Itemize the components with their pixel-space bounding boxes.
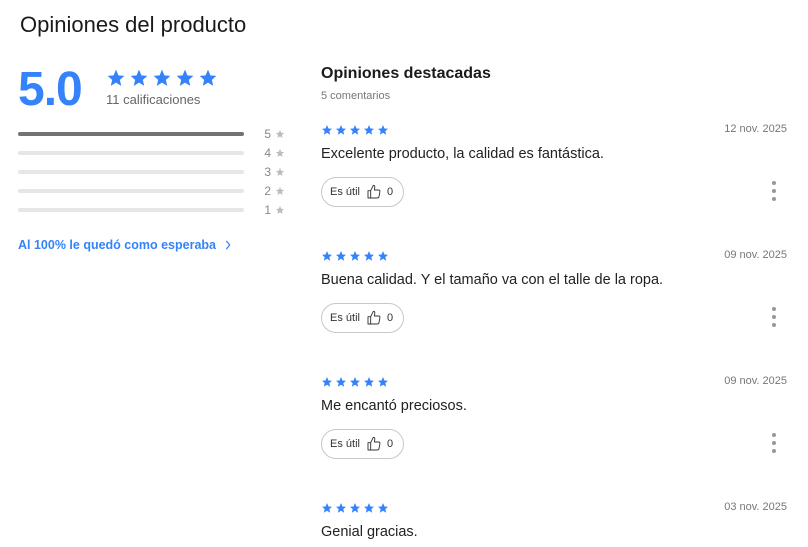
helpful-button[interactable]: Es útil 0: [321, 303, 404, 333]
rating-bar-track: [18, 169, 244, 174]
review-text: Buena calidad. Y el tamaño va con el tal…: [321, 272, 664, 288]
star-icon: [350, 377, 360, 387]
featured-reviews-title: Opiniones destacadas: [321, 65, 491, 82]
helpful-count: 0: [386, 186, 394, 198]
review-stars: [321, 376, 389, 388]
star-icon: [275, 167, 285, 176]
star-icon: [378, 251, 388, 261]
review-text: Genial gracias.: [321, 524, 418, 540]
rating-bar-track: [18, 150, 244, 155]
more-options-icon[interactable]: [771, 307, 777, 327]
review-text: Excelente producto, la calidad es fantás…: [321, 146, 604, 162]
star-icon: [322, 377, 332, 387]
star-icon: [364, 125, 374, 135]
rating-bar-label: 5: [264, 126, 271, 141]
helpful-label: Es útil: [330, 312, 360, 324]
review-date: 09 nov. 2025: [724, 249, 787, 261]
helpful-button[interactable]: Es útil 0: [321, 429, 404, 459]
star-icon: [176, 69, 194, 86]
star-icon: [378, 503, 388, 513]
review-item: 03 nov. 2025 Genial gracias.: [321, 499, 787, 547]
star-icon: [378, 377, 388, 387]
review-item: 09 nov. 2025 Buena calidad. Y el tamaño …: [321, 247, 787, 357]
average-score: 5.0: [18, 63, 83, 116]
star-icon: [199, 69, 217, 86]
chevron-right-icon: [225, 240, 231, 250]
star-icon: [336, 377, 346, 387]
more-options-icon[interactable]: [771, 433, 777, 453]
thumbs-up-icon: [367, 310, 381, 325]
review-stars: [321, 502, 389, 514]
star-icon: [336, 125, 346, 135]
star-icon: [130, 69, 148, 86]
featured-reviews-count: 5 comentarios: [321, 90, 391, 102]
star-icon: [322, 125, 332, 135]
star-icon: [350, 251, 360, 261]
rating-bar-row: 3: [18, 162, 288, 181]
rating-bar-label: 1: [264, 202, 271, 217]
star-icon: [364, 377, 374, 387]
rating-bar-label: 3: [264, 164, 271, 179]
star-icon: [364, 503, 374, 513]
rating-bar-track: [18, 188, 244, 193]
star-icon: [275, 129, 285, 138]
star-icon: [153, 69, 171, 86]
helpful-label: Es útil: [330, 438, 360, 450]
star-icon: [275, 186, 285, 195]
star-icon: [336, 503, 346, 513]
star-icon: [350, 503, 360, 513]
star-icon: [322, 251, 332, 261]
star-icon: [322, 503, 332, 513]
ratings-count: 11 calificaciones: [106, 92, 201, 107]
star-icon: [275, 205, 285, 214]
review-item: 09 nov. 2025 Me encantó preciosos. Es út…: [321, 373, 787, 483]
rating-bar-track: [18, 131, 244, 136]
review-date: 09 nov. 2025: [724, 375, 787, 387]
star-icon: [107, 69, 125, 86]
review-text: Me encantó preciosos.: [321, 398, 467, 414]
review-date: 03 nov. 2025: [724, 501, 787, 513]
rating-bar-row: 2: [18, 181, 288, 200]
page-title: Opiniones del producto: [20, 12, 247, 37]
rating-bar-row: 1: [18, 200, 288, 219]
star-icon: [275, 148, 285, 157]
rating-bar-label: 4: [264, 145, 271, 160]
rating-distribution: 5 4 3 2 1: [18, 124, 288, 219]
review-stars: [321, 250, 389, 262]
helpful-count: 0: [386, 438, 394, 450]
review-date: 12 nov. 2025: [724, 123, 787, 135]
recommendation-link-label: Al 100% le quedó como esperaba: [18, 238, 216, 252]
recommendation-link[interactable]: Al 100% le quedó como esperaba: [18, 238, 232, 252]
rating-bar-track: [18, 207, 244, 212]
thumbs-up-icon: [367, 436, 381, 451]
review-item: 12 nov. 2025 Excelente producto, la cali…: [321, 121, 787, 231]
average-stars: [106, 68, 218, 88]
review-stars: [321, 124, 389, 136]
rating-bar-label: 2: [264, 183, 271, 198]
star-icon: [350, 125, 360, 135]
star-icon: [378, 125, 388, 135]
more-options-icon[interactable]: [771, 181, 777, 201]
helpful-button[interactable]: Es útil 0: [321, 177, 404, 207]
rating-bar-row: 5: [18, 124, 288, 143]
rating-bar-fill: [18, 131, 244, 136]
rating-bar-row: 4: [18, 143, 288, 162]
star-icon: [364, 251, 374, 261]
helpful-count: 0: [386, 312, 394, 324]
star-icon: [336, 251, 346, 261]
helpful-label: Es útil: [330, 186, 360, 198]
thumbs-up-icon: [367, 184, 381, 199]
